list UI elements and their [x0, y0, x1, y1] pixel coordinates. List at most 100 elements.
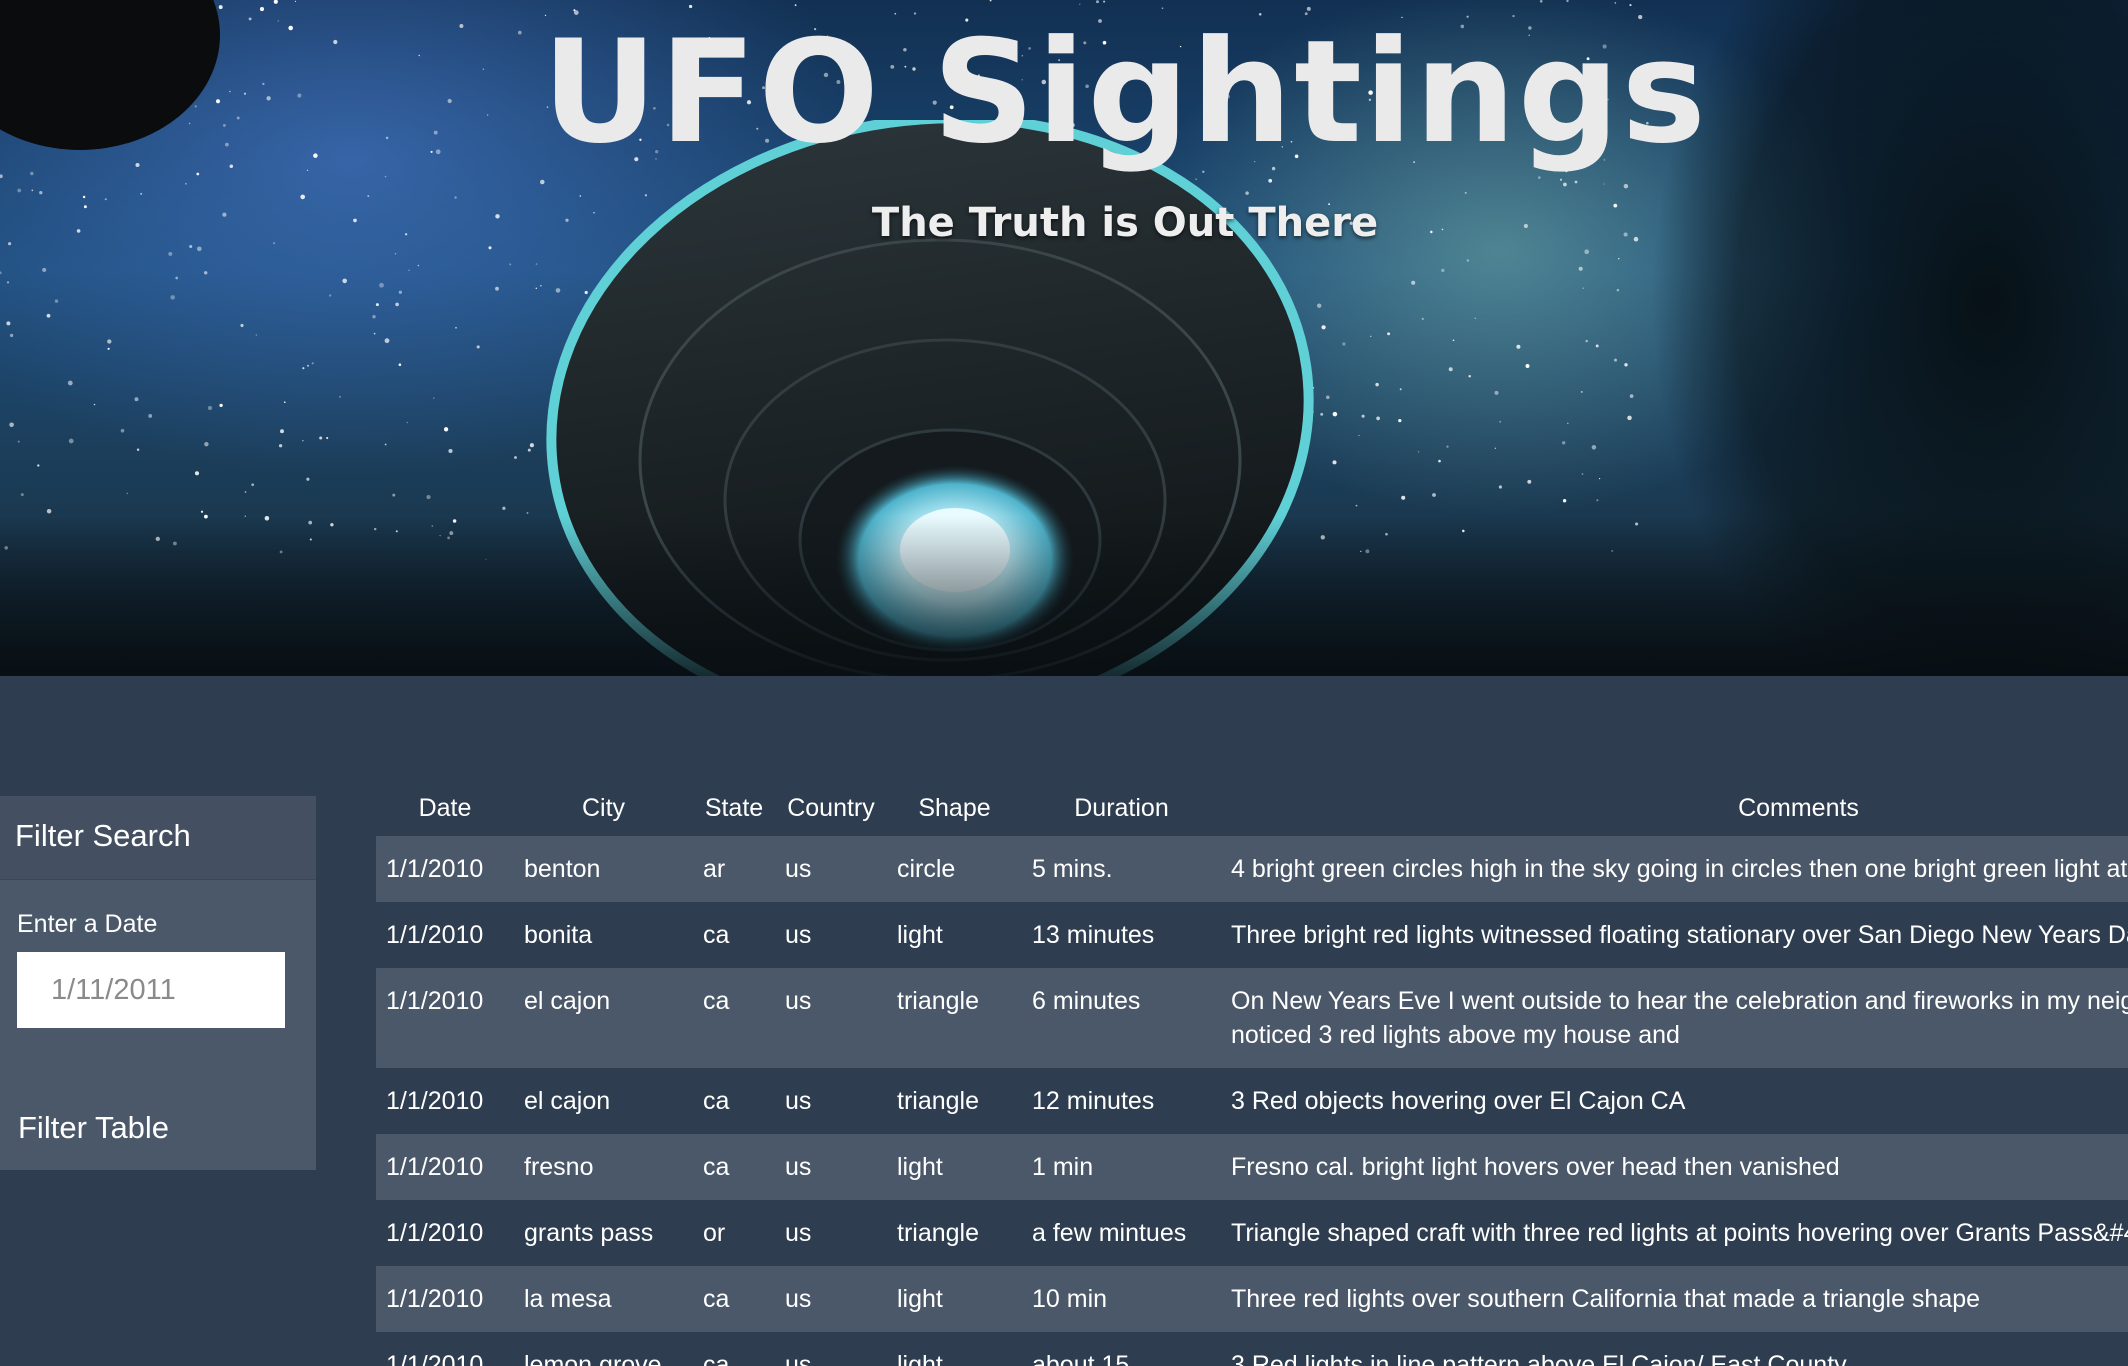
star	[509, 263, 512, 266]
star	[196, 246, 202, 252]
page-title: UFO Sightings	[542, 10, 1708, 175]
star	[9, 422, 14, 428]
cell-duration: 5 mins.	[1032, 855, 1113, 883]
cell-comments: Triangle shaped craft with three red lig…	[1231, 1219, 2128, 1247]
star	[372, 315, 376, 319]
column-header-duration: Duration	[1074, 793, 1169, 822]
cell-date: 1/1/2010	[386, 1219, 484, 1247]
star	[1562, 499, 1567, 503]
cell-duration: 10 min	[1032, 1285, 1108, 1313]
cell-country: us	[785, 921, 812, 949]
star	[1332, 460, 1337, 465]
cell-comments: Three red lights over southern Californi…	[1231, 1285, 1981, 1313]
star	[455, 326, 457, 329]
cell-country: us	[785, 987, 812, 1015]
cell-date: 1/1/2010	[386, 1285, 484, 1313]
table-row: 1/1/2010 benton ar us circle 5 mins. 4 b…	[376, 836, 2128, 902]
star	[495, 286, 499, 291]
cell-duration: 12 minutes	[1032, 1087, 1155, 1115]
column-header-comments: Comments	[1738, 793, 1859, 822]
star	[1562, 441, 1566, 445]
star	[398, 290, 403, 294]
star	[1096, 0, 1099, 4]
star	[406, 421, 409, 424]
star	[502, 506, 506, 510]
cell-shape: light	[897, 921, 943, 949]
star	[989, 0, 992, 2]
star	[244, 491, 247, 493]
cell-date: 1/1/2010	[386, 1153, 484, 1181]
cell-shape: light	[897, 1285, 943, 1313]
date-input[interactable]	[17, 952, 285, 1028]
cell-comments: 4 bright green circles high in the sky g…	[1231, 855, 2128, 883]
cell-state: ca	[703, 1153, 730, 1181]
star	[1417, 450, 1420, 453]
star	[17, 188, 22, 193]
star	[1103, 0, 1106, 3]
cell-date: 1/1/2010	[386, 987, 484, 1015]
star	[1464, 191, 1467, 194]
star	[39, 191, 43, 195]
ufo-table-container[interactable]: Date City State Country Shape Duration C…	[376, 780, 2128, 1366]
star	[168, 251, 173, 256]
star	[373, 332, 376, 335]
filter-table-button[interactable]: Filter Table	[18, 1110, 169, 1146]
star	[107, 339, 112, 344]
table-row: 1/1/2010 el cajon ca us triangle 12 minu…	[376, 1068, 2128, 1134]
cell-country: us	[785, 1219, 812, 1247]
cell-state: ca	[703, 1351, 730, 1366]
star	[311, 362, 314, 365]
cell-state: ar	[703, 855, 726, 883]
star	[6, 321, 11, 326]
table-row: 1/1/2010 la mesa ca us light 10 min Thre…	[376, 1266, 2128, 1332]
cell-comments: 3 Red objects hovering over El Cajon CA	[1231, 1087, 1686, 1115]
star	[1448, 367, 1453, 372]
star	[82, 195, 86, 199]
star	[339, 395, 341, 398]
star	[1446, 445, 1449, 448]
star	[136, 448, 140, 452]
star	[140, 193, 143, 195]
star	[395, 302, 399, 307]
cell-country: us	[785, 1087, 812, 1115]
star	[329, 294, 332, 297]
star	[148, 413, 153, 418]
cell-country: us	[785, 1285, 812, 1313]
cell-duration: about 15	[1032, 1351, 1130, 1366]
star	[1525, 364, 1530, 368]
cell-duration: a few mintues	[1032, 1219, 1187, 1247]
star	[203, 271, 208, 275]
star	[1559, 178, 1563, 181]
star	[1539, 0, 1543, 3]
cell-state: ca	[703, 921, 730, 949]
star	[280, 429, 284, 434]
filter-panel-title: Filter Search	[0, 796, 316, 880]
page-subtitle: The Truth is Out There	[871, 200, 1379, 246]
star	[1498, 485, 1502, 489]
column-header-country: Country	[787, 793, 875, 822]
star	[1452, 339, 1455, 342]
filter-panel: Filter Search Enter a Date Filter Table	[0, 796, 316, 1170]
star	[454, 196, 457, 199]
star	[514, 456, 517, 459]
column-header-date: Date	[418, 793, 472, 822]
star	[42, 267, 47, 272]
star	[375, 303, 379, 307]
star	[46, 313, 51, 318]
star	[306, 364, 310, 367]
star	[194, 471, 200, 476]
star	[251, 483, 255, 487]
date-label: Enter a Date	[17, 910, 158, 938]
star	[93, 403, 96, 406]
cell-duration: 1 min	[1032, 1153, 1094, 1181]
star	[1432, 493, 1436, 497]
star	[1537, 176, 1541, 179]
star	[433, 397, 435, 399]
star	[1441, 268, 1445, 273]
star	[1375, 382, 1379, 387]
star	[1398, 418, 1402, 423]
star	[1516, 344, 1521, 349]
star	[1361, 414, 1365, 418]
star	[0, 271, 2, 275]
star	[1494, 447, 1497, 450]
